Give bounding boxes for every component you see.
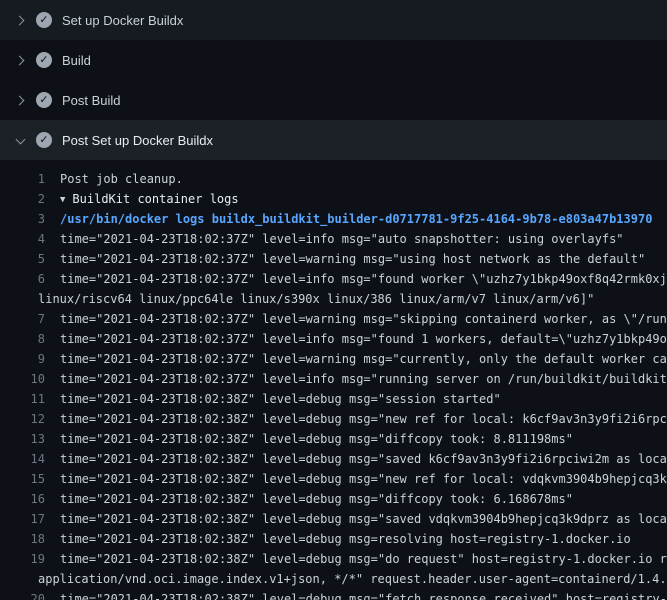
log-text: BuildKit container logs <box>72 192 238 206</box>
section-header-set-up-docker-buildx[interactable]: ✓ Set up Docker Buildx <box>0 0 667 40</box>
log-line: 19 time="2021-04-23T18:02:38Z" level=debu… <box>0 549 667 569</box>
line-number[interactable]: 14 <box>0 449 45 469</box>
log-text: time="2021-04-23T18:02:38Z" level=debug … <box>60 392 501 406</box>
check-circle-icon: ✓ <box>36 52 52 68</box>
log-line[interactable]: 2 ▼ BuildKit container logs <box>0 189 667 209</box>
line-number[interactable]: 3 <box>0 209 45 229</box>
log-text: time="2021-04-23T18:02:37Z" level=warnin… <box>60 312 667 326</box>
chevron-right-icon <box>12 52 28 68</box>
log-text: time="2021-04-23T18:02:38Z" level=debug … <box>60 412 667 426</box>
log-text: time="2021-04-23T18:02:37Z" level=info m… <box>60 332 667 346</box>
section-header-post-set-up-docker-buildx[interactable]: ✓ Post Set up Docker Buildx <box>0 120 667 160</box>
log-line: 12 time="2021-04-23T18:02:38Z" level=debu… <box>0 409 667 429</box>
log-line: 15 time="2021-04-23T18:02:38Z" level=debu… <box>0 469 667 489</box>
line-number[interactable]: 15 <box>0 469 45 489</box>
log-line: 6 time="2021-04-23T18:02:37Z" level=info … <box>0 269 667 289</box>
check-circle-icon: ✓ <box>36 92 52 108</box>
line-number[interactable]: 10 <box>0 369 45 389</box>
check-circle-icon: ✓ <box>36 12 52 28</box>
log-line: 3/usr/bin/docker logs buildx_buildkit_bu… <box>0 209 667 229</box>
log-text: time="2021-04-23T18:02:37Z" level=info m… <box>60 272 667 286</box>
line-number[interactable]: 18 <box>0 529 45 549</box>
log-text: linux/riscv64 linux/ppc64le linux/s390x … <box>38 292 594 306</box>
section-title: Post Set up Docker Buildx <box>62 133 213 148</box>
log-command-text: /usr/bin/docker logs buildx_buildkit_bui… <box>60 212 652 226</box>
log-line: 10 time="2021-04-23T18:02:37Z" level=info… <box>0 369 667 389</box>
line-number[interactable]: 8 <box>0 329 45 349</box>
group-caret-icon[interactable]: ▼ <box>60 195 65 205</box>
log-output: 1 Post job cleanup. 2 ▼ BuildKit container l… <box>0 160 667 600</box>
log-text: time="2021-04-23T18:02:38Z" level=debug … <box>60 492 573 506</box>
workflow-log-viewer: ✓ Set up Docker Buildx ✓ Build ✓ Post Build ✓ P… <box>0 0 667 600</box>
log-text: time="2021-04-23T18:02:38Z" level=debug … <box>60 512 667 526</box>
line-number[interactable]: 17 <box>0 509 45 529</box>
line-number[interactable]: 11 <box>0 389 45 409</box>
chevron-right-icon <box>12 92 28 108</box>
line-number[interactable]: 9 <box>0 349 45 369</box>
log-line: 20 time="2021-04-23T18:02:38Z" level=debu… <box>0 589 667 600</box>
log-text: time="2021-04-23T18:02:37Z" level=info m… <box>60 232 624 246</box>
section-title: Post Build <box>62 93 121 108</box>
line-number[interactable]: 1 <box>0 169 45 189</box>
line-number[interactable]: 4 <box>0 229 45 249</box>
log-line: 18 time="2021-04-23T18:02:38Z" level=debu… <box>0 529 667 549</box>
check-circle-icon: ✓ <box>36 132 52 148</box>
log-line: 5 time="2021-04-23T18:02:37Z" level=warni… <box>0 249 667 269</box>
section-header-post-build[interactable]: ✓ Post Build <box>0 80 667 120</box>
log-line-continuation: application/vnd.oci.image.index.v1+json,… <box>0 569 667 589</box>
chevron-right-icon <box>12 12 28 28</box>
log-line: 16 time="2021-04-23T18:02:38Z" level=debu… <box>0 489 667 509</box>
line-number[interactable]: 19 <box>0 549 45 569</box>
line-number[interactable]: 20 <box>0 589 45 600</box>
log-line: 1 Post job cleanup. <box>0 169 667 189</box>
chevron-down-icon <box>12 132 28 148</box>
log-text: time="2021-04-23T18:02:37Z" level=info m… <box>60 372 667 386</box>
line-number[interactable]: 2 <box>0 189 45 209</box>
section-header-build[interactable]: ✓ Build <box>0 40 667 80</box>
log-line: 11 time="2021-04-23T18:02:38Z" level=debu… <box>0 389 667 409</box>
log-line: 4 time="2021-04-23T18:02:37Z" level=info … <box>0 229 667 249</box>
log-text: time="2021-04-23T18:02:38Z" level=debug … <box>60 592 667 600</box>
line-number[interactable]: 12 <box>0 409 45 429</box>
log-line: 13 time="2021-04-23T18:02:38Z" level=debu… <box>0 429 667 449</box>
log-text: time="2021-04-23T18:02:38Z" level=debug … <box>60 532 631 546</box>
line-number[interactable]: 7 <box>0 309 45 329</box>
line-number[interactable]: 16 <box>0 489 45 509</box>
log-text: time="2021-04-23T18:02:38Z" level=debug … <box>60 452 667 466</box>
section-title: Set up Docker Buildx <box>62 13 183 28</box>
section-title: Build <box>62 53 91 68</box>
log-text: time="2021-04-23T18:02:37Z" level=warnin… <box>60 252 645 266</box>
log-line: 7 time="2021-04-23T18:02:37Z" level=warni… <box>0 309 667 329</box>
log-text: time="2021-04-23T18:02:38Z" level=debug … <box>60 472 667 486</box>
line-number[interactable]: 6 <box>0 269 45 289</box>
log-text: Post job cleanup. <box>60 172 183 186</box>
log-line: 9 time="2021-04-23T18:02:37Z" level=warni… <box>0 349 667 369</box>
log-line-continuation: linux/riscv64 linux/ppc64le linux/s390x … <box>0 289 667 309</box>
log-text: time="2021-04-23T18:02:38Z" level=debug … <box>60 432 573 446</box>
log-line: 17 time="2021-04-23T18:02:38Z" level=debu… <box>0 509 667 529</box>
log-text: time="2021-04-23T18:02:38Z" level=debug … <box>60 552 667 566</box>
line-number[interactable]: 13 <box>0 429 45 449</box>
log-text: application/vnd.oci.image.index.v1+json,… <box>38 572 667 586</box>
log-line: 8 time="2021-04-23T18:02:37Z" level=info … <box>0 329 667 349</box>
log-text: time="2021-04-23T18:02:37Z" level=warnin… <box>60 352 667 366</box>
step-section-list: ✓ Set up Docker Buildx ✓ Build ✓ Post Build ✓ P… <box>0 0 667 160</box>
line-number[interactable]: 5 <box>0 249 45 269</box>
log-line: 14 time="2021-04-23T18:02:38Z" level=debu… <box>0 449 667 469</box>
